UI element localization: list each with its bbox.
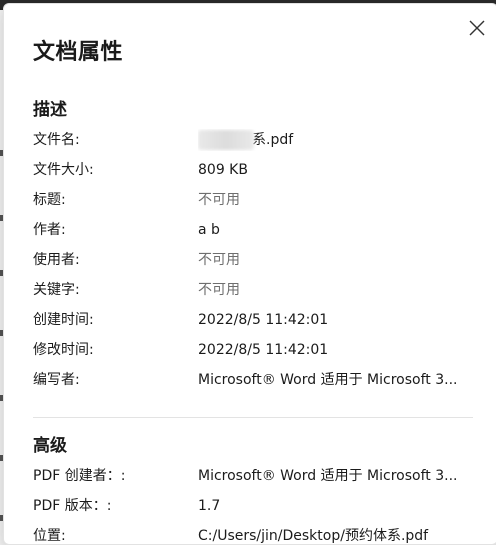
property-label: 创建时间: xyxy=(33,312,94,328)
property-label: 标题: xyxy=(33,192,66,208)
property-row-application: 编写者: Microsoft® Word 适用于 Microsoft 3... xyxy=(33,369,473,391)
property-row-location: 位置: C:/Users/jin/Desktop/预约体系.pdf xyxy=(33,525,473,544)
property-label: PDF 版本：: xyxy=(33,498,112,514)
property-value: 不可用 xyxy=(198,192,240,208)
property-row-title: 标题: 不可用 xyxy=(33,189,473,211)
property-row-subject: 使用者: 不可用 xyxy=(33,249,473,271)
property-value: 809 KB xyxy=(198,162,248,178)
property-value: 2022/8/5 11:42:01 xyxy=(198,312,329,328)
property-label: 编写者: xyxy=(33,372,80,388)
property-row-pdf-producer: PDF 创建者：: Microsoft® Word 适用于 Microsoft … xyxy=(33,465,473,487)
close-icon xyxy=(469,20,485,36)
property-row-filename: 文件名: 系.pdf xyxy=(33,129,473,151)
property-row-author: 作者: a b xyxy=(33,219,473,241)
property-value: Microsoft® Word 适用于 Microsoft 3... xyxy=(198,372,458,388)
property-value: 不可用 xyxy=(198,282,240,298)
property-label: 修改时间: xyxy=(33,342,94,358)
property-label: 使用者: xyxy=(33,252,80,268)
property-label: 关键字: xyxy=(33,282,80,298)
property-row-filesize: 文件大小: 809 KB xyxy=(33,159,473,181)
property-label: 位置: xyxy=(33,528,66,544)
section-divider xyxy=(33,417,473,418)
property-value: 不可用 xyxy=(198,252,240,268)
advanced-heading: 高级 xyxy=(33,436,67,456)
property-label: 文件大小: xyxy=(33,162,94,178)
redacted-filename xyxy=(198,130,254,150)
property-value: 1.7 xyxy=(198,498,221,514)
property-value: Microsoft® Word 适用于 Microsoft 3... xyxy=(198,468,458,484)
description-heading: 描述 xyxy=(33,100,67,120)
property-label: PDF 创建者：: xyxy=(33,468,126,484)
property-value: 2022/8/5 11:42:01 xyxy=(198,342,329,358)
dialog-title: 文档属性 xyxy=(33,40,124,65)
close-button[interactable] xyxy=(465,16,489,40)
property-row-pdf-version: PDF 版本：: 1.7 xyxy=(33,495,473,517)
property-row-created: 创建时间: 2022/8/5 11:42:01 xyxy=(33,309,473,331)
document-properties-dialog: 文档属性 描述 文件名: 系.pdf 文件大小: 809 KB 标题: 不可用 … xyxy=(3,3,496,545)
property-value: 系.pdf xyxy=(198,129,473,151)
property-row-modified: 修改时间: 2022/8/5 11:42:01 xyxy=(33,339,473,361)
property-row-keywords: 关键字: 不可用 xyxy=(33,279,473,301)
property-label: 作者: xyxy=(33,222,66,238)
property-value: C:/Users/jin/Desktop/预约体系.pdf xyxy=(198,528,429,544)
property-value: a b xyxy=(198,222,220,238)
property-label: 文件名: xyxy=(33,132,80,148)
